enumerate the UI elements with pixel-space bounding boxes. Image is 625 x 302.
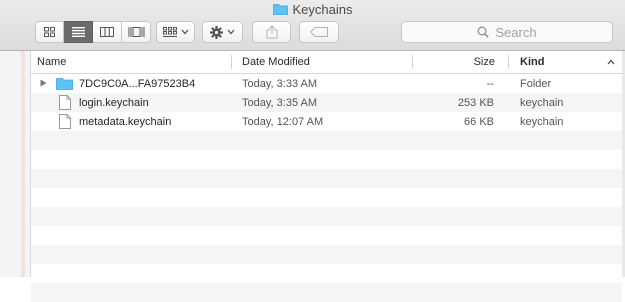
file-row-login-keychain[interactable]: login.keychain Today, 3:35 AM 253 KB key… (31, 93, 622, 112)
view-mode-selector (35, 21, 151, 43)
empty-row (31, 226, 622, 245)
folder-icon (56, 78, 73, 90)
empty-row (31, 150, 622, 169)
file-row-metadata-keychain[interactable]: metadata.keychain Today, 12:07 AM 66 KB … (31, 112, 622, 131)
file-date: Today, 12:07 AM (242, 115, 324, 128)
empty-row (31, 264, 622, 283)
document-icon (59, 95, 71, 110)
chevron-down-icon (227, 29, 235, 35)
empty-row (31, 188, 622, 207)
gear-icon (210, 25, 223, 39)
document-icon (59, 114, 71, 129)
window-toolbar: Keychains Search (0, 0, 625, 51)
empty-row (31, 283, 622, 302)
search-field[interactable]: Search (401, 21, 613, 43)
column-header-name[interactable]: Name (37, 51, 227, 73)
sidebar-edge (0, 51, 31, 277)
cover-flow-icon (128, 27, 144, 37)
search-placeholder: Search (495, 24, 537, 40)
tag-button[interactable] (299, 21, 339, 43)
list-icon (71, 27, 85, 37)
file-kind: keychain (520, 96, 564, 109)
column-divider[interactable] (508, 55, 509, 69)
file-row-folder[interactable]: 7DC9C0A...FA97523B4 Today, 3:33 AM -- Fo… (31, 74, 622, 93)
icon-view-button[interactable] (35, 21, 64, 43)
folder-icon (272, 4, 288, 15)
file-kind: keychain (520, 115, 564, 128)
column-header-date-label: Date Modified (242, 56, 310, 68)
list-view-button[interactable] (64, 21, 93, 43)
file-kind: Folder (520, 77, 552, 90)
file-date: Today, 3:35 AM (242, 96, 318, 109)
file-size: 253 KB (457, 96, 494, 109)
column-header-size-label: Size (473, 56, 495, 68)
column-header-name-label: Name (37, 56, 67, 68)
column-divider[interactable] (412, 55, 413, 69)
empty-row (31, 245, 622, 264)
cover-flow-view-button[interactable] (122, 21, 151, 43)
file-name: 7DC9C0A...FA97523B4 (79, 77, 196, 90)
tag-icon (310, 27, 328, 37)
sort-ascending-icon (607, 59, 615, 65)
column-header-size[interactable]: Size (415, 51, 495, 73)
empty-row (31, 207, 622, 226)
grid-icon (44, 27, 55, 37)
column-divider[interactable] (231, 55, 232, 69)
file-size: -- (486, 77, 494, 90)
file-name: metadata.keychain (79, 115, 172, 128)
empty-row (31, 169, 622, 188)
share-icon (266, 25, 277, 39)
file-list: 7DC9C0A...FA97523B4 Today, 3:33 AM -- Fo… (31, 74, 622, 302)
empty-row (31, 131, 622, 150)
arrange-button[interactable] (156, 21, 195, 43)
window-title-area: Keychains (0, 0, 625, 18)
sidebar-selection-mark (21, 51, 25, 277)
column-header-date-modified[interactable]: Date Modified (242, 51, 402, 73)
disclosure-triangle-icon[interactable] (40, 79, 47, 87)
file-date: Today, 3:33 AM (242, 77, 318, 90)
column-header-kind-label: Kind (520, 56, 545, 68)
file-name: login.keychain (79, 96, 149, 109)
columns-icon (100, 27, 114, 37)
search-icon (477, 26, 490, 38)
share-button[interactable] (252, 21, 291, 43)
column-view-button[interactable] (93, 21, 122, 43)
arrange-grid-icon (162, 26, 177, 37)
file-size: 66 KB (464, 115, 494, 128)
action-button[interactable] (202, 21, 243, 43)
window-title: Keychains (292, 1, 353, 17)
column-header-kind[interactable]: Kind (520, 51, 620, 73)
column-headers: Name Date Modified Size Kind (31, 51, 622, 74)
chevron-down-icon (181, 29, 188, 35)
